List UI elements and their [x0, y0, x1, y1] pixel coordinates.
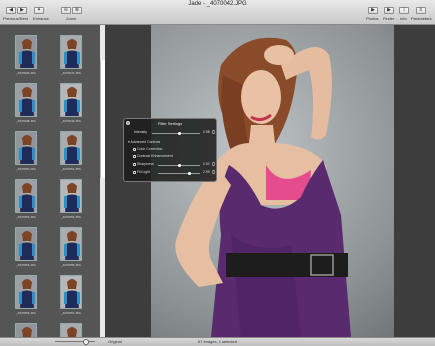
thumbnail-image[interactable] — [15, 275, 37, 309]
thumbnail-image[interactable] — [15, 179, 37, 213]
thumbnail-image[interactable] — [15, 35, 37, 69]
sharpness-row: Sharpness — [133, 162, 154, 166]
bottom-bar: Original 67 images, 1 selected — [0, 337, 435, 346]
thumbnail-caption: _4070053.JPG — [60, 215, 81, 219]
enhance-button[interactable]: ✦ — [34, 7, 44, 14]
intensity-label: Intensity — [134, 130, 148, 134]
thumbnail-image[interactable] — [60, 35, 82, 69]
contrast-enhancement-row[interactable]: Contrast Enhancement — [133, 154, 173, 158]
intensity-stepper[interactable] — [212, 130, 215, 134]
thumbnail-caption: _4070056.JPG — [15, 311, 36, 315]
sharpness-value: 0.51 — [203, 162, 210, 166]
thumbnail-image[interactable] — [60, 179, 82, 213]
finder-label: Finder — [383, 16, 395, 21]
fill-light-label: Fill Light — [137, 170, 151, 174]
intensity-value: 0.58 — [203, 130, 210, 134]
info-icon[interactable]: i — [399, 7, 409, 14]
toolbar: Jade - _4070042.JPG ◀ ▶ Previous/Next ✦ … — [0, 0, 435, 25]
sharpness-slider-knob[interactable] — [177, 164, 181, 167]
thumbnail-image[interactable] — [15, 323, 37, 337]
fill-light-slider[interactable] — [158, 172, 200, 175]
thumbnail-caption: _4070050.JPG — [15, 167, 36, 171]
finder-group: ▶ — [384, 7, 394, 14]
hud-title: Filter Settings — [157, 121, 183, 126]
thumbnail-image[interactable] — [60, 227, 82, 261]
previous-next-label: Previous/Next — [3, 16, 28, 21]
thumbnail-image[interactable] — [15, 83, 37, 117]
enhance-group: ✦ — [34, 7, 44, 14]
sharpness-label: Sharpness — [137, 162, 154, 166]
fill-light-slider-knob[interactable] — [188, 172, 191, 175]
thumbnail-image[interactable] — [60, 83, 82, 117]
zoom-group: ⊖ ⊕ — [61, 7, 82, 14]
zoom-label: Zoom — [66, 16, 77, 21]
sharpness-slider[interactable] — [158, 164, 200, 167]
color-correction-checkbox[interactable] — [133, 147, 136, 151]
intensity-slider[interactable] — [152, 132, 200, 135]
thumbnail-caption: _4070055.JPG — [60, 263, 81, 267]
thumbnail-caption: _4070049.JPG — [60, 119, 81, 123]
next-button[interactable]: ▶ — [17, 7, 27, 14]
thumbnail-image[interactable] — [60, 275, 82, 309]
zoom-out-button[interactable]: ⊖ — [61, 7, 71, 14]
app-window: Jade - _4070042.JPG ◀ ▶ Previous/Next ✦ … — [0, 0, 435, 346]
photos-icon[interactable]: ▶ — [368, 7, 378, 14]
thumbnail-sidebar[interactable]: _4070046.JPG _4070047.JPG _4070048.JPG _407… — [0, 25, 101, 337]
fill-light-value: 2.99 — [203, 170, 210, 174]
info-label: Info — [400, 16, 407, 21]
sharpness-checkbox[interactable] — [133, 162, 136, 166]
fill-light-stepper[interactable] — [212, 170, 215, 174]
status-text: 67 images, 1 selected — [198, 339, 237, 344]
zoom-in-button[interactable]: ⊕ — [72, 7, 82, 14]
color-correction-label: Color Correction — [137, 147, 163, 151]
color-correction-row[interactable]: Color Correction — [133, 147, 162, 151]
thumbnail-caption: _4070051.JPG — [60, 167, 81, 171]
parameters-label: Parameters — [411, 16, 432, 21]
thumbnail-caption: _4070052.JPG — [15, 215, 36, 219]
intensity-slider-knob[interactable] — [178, 132, 182, 135]
thumbnail-caption: _4070046.JPG — [15, 71, 36, 75]
thumbnail-image[interactable] — [60, 323, 82, 337]
fill-light-checkbox[interactable] — [133, 170, 136, 174]
contrast-enhancement-checkbox[interactable] — [133, 154, 136, 158]
advanced-controls-disclosure[interactable]: ▾ Advanced Controls — [128, 140, 160, 144]
contrast-enhancement-label: Contrast Enhancement — [137, 154, 173, 158]
enhance-label: Enhance — [33, 16, 49, 21]
thumbnail-image[interactable] — [15, 227, 37, 261]
sharpness-stepper[interactable] — [212, 162, 215, 166]
parameters-group: ≡ — [416, 7, 426, 14]
thumbnail-caption: _4070048.JPG — [15, 119, 36, 123]
photos-group: ▶ — [368, 7, 378, 14]
parameters-icon[interactable]: ≡ — [416, 7, 426, 14]
advanced-controls-label: Advanced Controls — [130, 140, 161, 144]
thumbnail-image[interactable] — [15, 131, 37, 165]
finder-icon[interactable]: ▶ — [384, 7, 394, 14]
prev-next-group: ◀ ▶ — [6, 7, 27, 14]
fill-light-row: Fill Light — [133, 170, 150, 174]
thumbnail-caption: _4070057.JPG — [60, 311, 81, 315]
photos-label: Photos — [366, 16, 379, 21]
info-group: i — [399, 7, 409, 14]
filter-settings-panel: × Filter Settings Intensity 0.58 ▾ Advan… — [123, 118, 217, 182]
thumbnail-caption: _4070047.JPG — [60, 71, 81, 75]
previous-button[interactable]: ◀ — [6, 7, 16, 14]
thumbnail-caption: _4070054.JPG — [15, 263, 36, 267]
thumbnail-image[interactable] — [60, 131, 82, 165]
